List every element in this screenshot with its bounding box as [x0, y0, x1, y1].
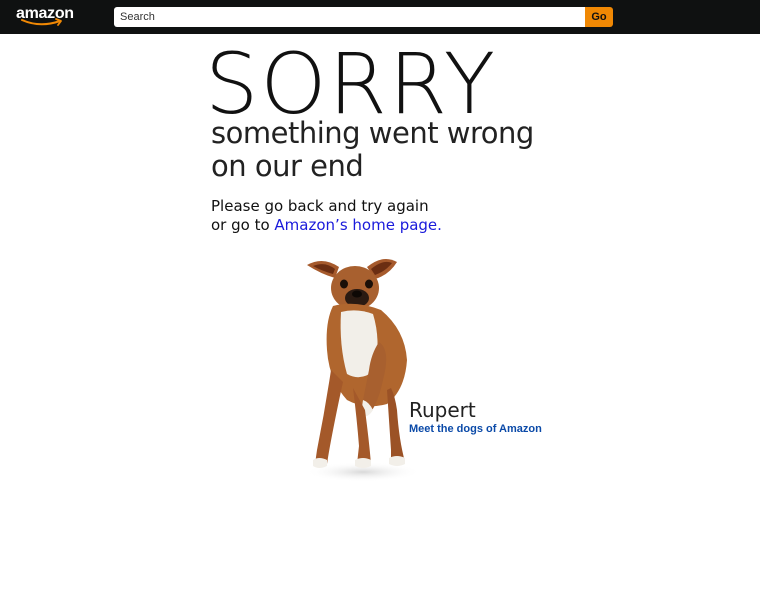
instruction-prefix: or go to	[211, 216, 270, 234]
header-bar: amazon Go	[0, 0, 760, 34]
amazon-logo[interactable]: amazon	[14, 2, 78, 30]
dog-image	[305, 258, 421, 482]
meet-dogs-link[interactable]: Meet the dogs of Amazon	[409, 423, 542, 435]
subtitle-line-2: on our end	[211, 149, 364, 183]
dog-name: Rupert	[409, 398, 476, 422]
instruction-line-1: Please go back and try again	[211, 197, 429, 215]
go-button[interactable]: Go	[585, 7, 613, 27]
amazon-home-link[interactable]: Amazon’s home page.	[274, 216, 442, 234]
search-form: Go	[114, 7, 613, 27]
search-input[interactable]	[114, 7, 586, 27]
subtitle-line-1: something went wrong	[211, 116, 534, 150]
error-instructions: Please go back and try again or go to Am…	[211, 197, 531, 235]
instruction-line-2: or go to Amazon’s home page.	[211, 216, 531, 235]
smile-arrow-icon	[21, 18, 62, 26]
error-subtitle: something went wrong on our end	[211, 117, 571, 183]
